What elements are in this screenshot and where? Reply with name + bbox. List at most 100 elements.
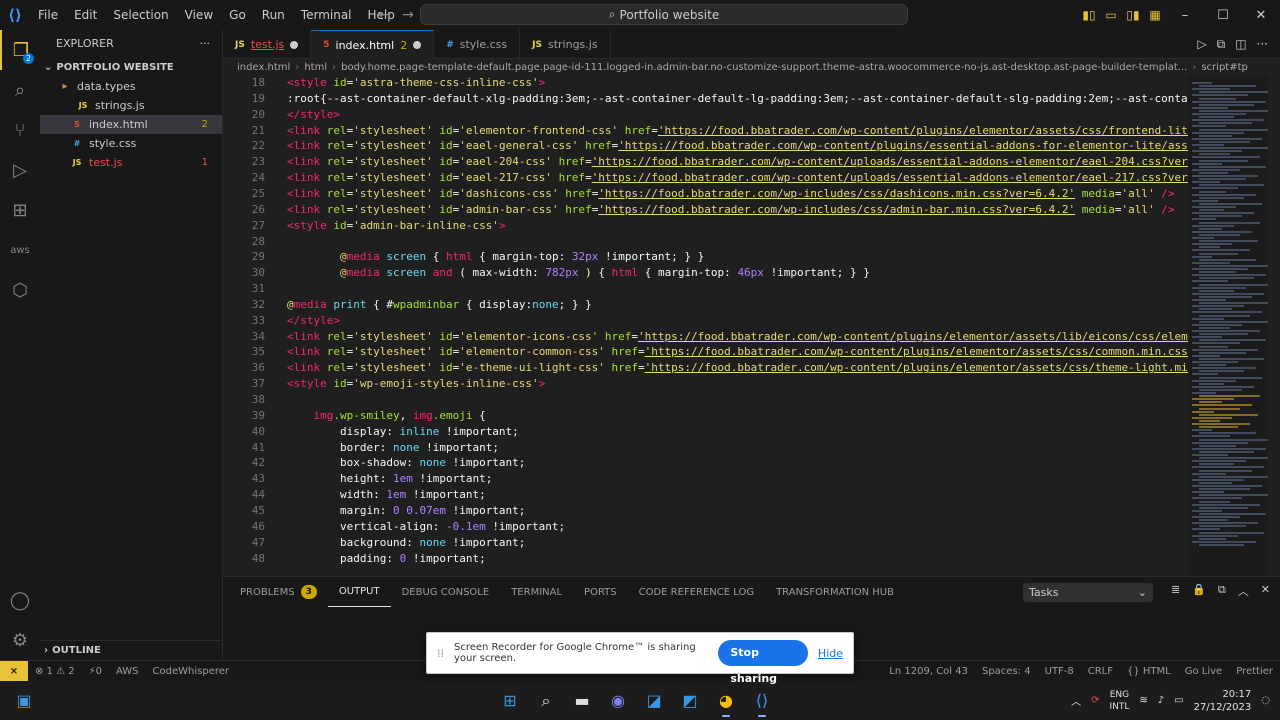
minimize-window-icon[interactable]: – [1166,0,1204,30]
maximize-window-icon[interactable]: ☐ [1204,0,1242,30]
status-right-item[interactable]: Ln 1209, Col 43 [882,666,975,677]
open-preview-icon[interactable]: ⧉ [1217,37,1226,52]
run-debug-icon[interactable]: ▷ [0,150,40,190]
code-line[interactable]: 28 [223,234,1188,250]
project-folder-header[interactable]: ⌄ PORTFOLIO WEBSITE [40,57,222,77]
code-line[interactable]: 37 <style id='wp-emoji-styles-inline-css'… [223,376,1188,392]
run-icon[interactable]: ▷ [1197,37,1206,51]
input-language-indicator[interactable]: ENG INTL [1109,689,1129,713]
code-line[interactable]: 44 width: 1em !important; [223,487,1188,503]
panel-tab-terminal[interactable]: TERMINAL [500,577,573,607]
code-line[interactable]: 22 <link rel='stylesheet' id='eael-genera… [223,138,1188,154]
menu-item-file[interactable]: File [30,0,66,30]
menu-item-run[interactable]: Run [254,0,293,30]
tab-test-js[interactable]: JS test.js [223,30,312,59]
tree-item-style-css[interactable]: # style.css [40,134,222,153]
maximize-panel-icon[interactable]: ︿ [1238,583,1249,599]
code-line[interactable]: 25 <link rel='stylesheet' id='dashicons-c… [223,186,1188,202]
remote-indicator-icon[interactable]: ⨯ [0,660,28,682]
battery-icon[interactable]: ▭ [1174,695,1183,706]
menu-item-terminal[interactable]: Terminal [293,0,360,30]
notifications-icon[interactable]: ◌ [1261,695,1270,706]
code-line[interactable]: 48 padding: 0 !important; [223,551,1188,567]
code-line[interactable]: 20 </style> [223,107,1188,123]
tray-sync-icon[interactable]: ⟳ [1091,695,1099,706]
code-line[interactable]: 29 @media screen { html { margin-top: 32… [223,249,1188,265]
more-actions-icon[interactable]: ··· [1257,37,1268,51]
code-line[interactable]: 35 <link rel='stylesheet' id='elementor-c… [223,344,1188,360]
code-line[interactable]: 26 <link rel='stylesheet' id='admin-bar-c… [223,202,1188,218]
code-line[interactable]: 46 vertical-align: -0.1em !important; [223,519,1188,535]
status-right-item[interactable]: Go Live [1178,666,1229,677]
status-right-item[interactable]: UTF-8 [1038,666,1081,677]
panel-tab-output[interactable]: OUTPUT [327,577,391,607]
hide-notification-link[interactable]: Hide [818,647,843,660]
open-in-editor-icon[interactable]: ⧉ [1218,583,1226,599]
code-line[interactable]: 36 <link rel='stylesheet' id='e-theme-ui-… [223,360,1188,376]
tab-style-css[interactable]: # style.css [434,30,521,59]
status-right-item[interactable]: Spaces: 4 [975,666,1038,677]
status-right-item[interactable]: CRLF [1081,666,1120,677]
toggle-secondary-sidebar-icon[interactable]: ▯▮ [1122,0,1144,30]
store-icon[interactable]: ◪ [636,681,672,720]
minimap[interactable] [1188,76,1274,576]
tree-item-strings-js[interactable]: JS strings.js [40,96,222,115]
panel-tab-ports[interactable]: PORTS [573,577,628,607]
status-left-item[interactable]: ⊗ 1 ⚠ 2 [28,666,82,677]
panel-tab-code-reference-log[interactable]: CODE REFERENCE LOG [628,577,765,607]
lock-scroll-icon[interactable]: 🔒 [1192,583,1206,599]
unsaved-dot-icon[interactable] [290,40,299,49]
code-line[interactable]: 24 <link rel='stylesheet' id='eael-217-cs… [223,170,1188,186]
tree-item-test-js[interactable]: JS test.js 1 [40,153,222,172]
tree-item-data-types[interactable]: ▸ data.types [40,77,222,96]
code-line[interactable]: 45 margin: 0 0.07em !important; [223,503,1188,519]
more-actions-icon[interactable]: ··· [200,37,211,50]
status-left-item[interactable]: AWS [109,666,146,677]
breadcrumb-item[interactable]: body.home.page-template-default.page.pag… [341,62,1187,73]
tab-index-html[interactable]: 5 index.html 2 [311,30,435,59]
back-arrow-icon[interactable]: ← [372,7,396,23]
remote-desktop-icon[interactable]: ◩ [672,681,708,720]
split-editor-icon[interactable]: ◫ [1235,37,1246,51]
extensions-icon[interactable]: ⊞ [0,190,40,230]
breadcrumb-item[interactable]: script#tp [1201,62,1248,73]
code-line[interactable]: 31 [223,281,1188,297]
breadcrumb-item[interactable]: index.html [237,62,290,73]
code-line[interactable]: 40 display: inline !important; [223,424,1188,440]
explorer-icon[interactable]: ❐ 2 [0,30,40,70]
file-explorer-icon[interactable]: ▬ [564,681,600,720]
code-line[interactable]: 41 border: none !important; [223,440,1188,456]
settings-gear-icon[interactable]: ⚙ [0,620,40,660]
code-editor[interactable]: 18 <style id='astra-theme-css-inline-css'… [223,76,1280,576]
status-left-item[interactable]: CodeWhisperer [146,666,236,677]
code-line[interactable]: 30 @media screen and ( max-width: 782px … [223,265,1188,281]
remote-explorer-icon[interactable]: ⬡ [0,270,40,310]
command-center-search[interactable]: ⌕ Portfolio website [420,4,908,25]
code-line[interactable]: 42 box-shadow: none !important; [223,455,1188,471]
accounts-icon[interactable]: ◯ [0,580,40,620]
clear-output-icon[interactable]: ≣ [1171,583,1180,599]
code-line[interactable]: 34 <link rel='stylesheet' id='elementor-i… [223,329,1188,345]
drag-handle-icon[interactable]: ⁞⁞ [437,647,444,660]
volume-icon[interactable]: ♪ [1158,695,1164,706]
toggle-panel-icon[interactable]: ▭ [1100,0,1122,30]
status-right-item[interactable]: Prettier [1229,666,1280,677]
menu-item-go[interactable]: Go [221,0,254,30]
unsaved-dot-icon[interactable] [413,41,422,49]
aws-icon[interactable]: aws [0,230,40,270]
forward-arrow-icon[interactable]: → [396,7,420,23]
source-control-icon[interactable]: ⑂ [0,110,40,150]
code-line[interactable]: 38 [223,392,1188,408]
code-line[interactable]: 21 <link rel='stylesheet' id='elementor-f… [223,123,1188,139]
close-panel-icon[interactable]: ✕ [1261,583,1270,599]
stop-sharing-button[interactable]: Stop sharing [718,640,808,685]
panel-tab-transformation-hub[interactable]: TRANSFORMATION HUB [765,577,905,607]
menu-item-edit[interactable]: Edit [66,0,105,30]
close-window-icon[interactable]: ✕ [1242,0,1280,30]
tab-strings-js[interactable]: JS strings.js [520,30,611,59]
menu-item-view[interactable]: View [177,0,221,30]
tray-chevron-up-icon[interactable]: ︿ [1071,693,1081,708]
search-view-icon[interactable]: ⌕ [0,70,40,110]
output-channel-select[interactable]: Tasks ⌄ [1023,583,1153,602]
code-line[interactable]: 47 background: none !important; [223,535,1188,551]
